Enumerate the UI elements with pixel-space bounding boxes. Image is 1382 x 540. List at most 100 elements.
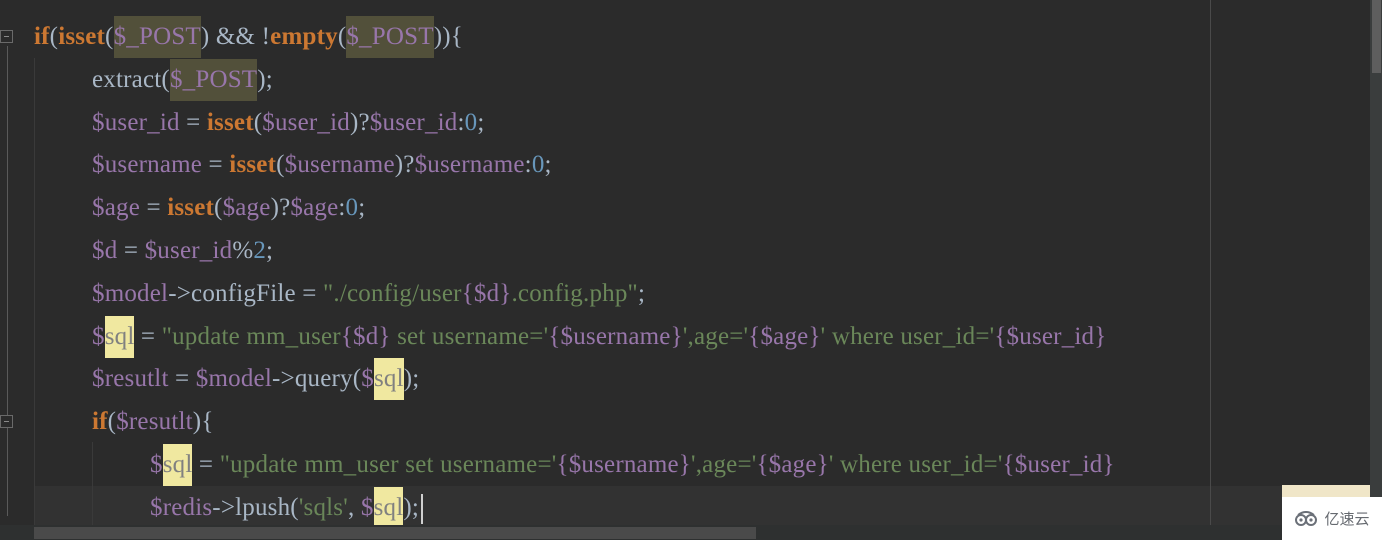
- highlighted-token: sql: [162, 444, 193, 486]
- code-line[interactable]: $model->configFile = "./config/user{$d}.…: [92, 273, 645, 315]
- code-token: .config.php": [511, 279, 638, 307]
- watermark-tab: [1282, 485, 1370, 497]
- code-token: $: [150, 451, 163, 478]
- code-line[interactable]: $username = isset($username)?$username:0…: [92, 144, 552, 186]
- horizontal-scrollbar-thumb[interactable]: [34, 527, 756, 539]
- code-token: (: [214, 194, 223, 222]
- code-token: $username: [92, 151, 203, 179]
- code-token: =: [134, 322, 162, 350]
- code-token: extract: [92, 65, 162, 93]
- text-caret: [421, 494, 424, 525]
- fold-guide-line: [7, 46, 8, 516]
- code-token: {$username}: [556, 451, 691, 478]
- code-token: {$user_id}: [994, 322, 1107, 350]
- code-token: if: [34, 23, 50, 50]
- code-line[interactable]: $sql = "update mm_user{$d} set username=…: [92, 315, 1107, 358]
- fold-toggle-icon[interactable]: [0, 30, 13, 43]
- code-token: (: [337, 23, 347, 50]
- code-token: if: [92, 408, 108, 436]
- code-token: 2: [253, 237, 267, 264]
- code-token: {$d}: [461, 279, 512, 307]
- code-editor[interactable]: if(isset($_POST) && !empty($_POST)){extr…: [0, 0, 1370, 540]
- code-token: {$user_id}: [1002, 451, 1115, 478]
- code-token: $: [361, 365, 374, 393]
- watermark: 亿速云: [1282, 497, 1382, 540]
- code-token: $user_id: [92, 108, 180, 136]
- code-token: (: [49, 23, 59, 50]
- code-token: 0: [464, 108, 478, 136]
- code-line[interactable]: $d = $user_id%2;: [92, 230, 273, 272]
- code-token: $: [92, 322, 105, 350]
- code-token: )){: [433, 23, 463, 50]
- code-token: $resutlt: [92, 365, 169, 393]
- code-token: )?: [270, 194, 291, 222]
- code-token: =: [140, 194, 168, 222]
- code-token: $d: [92, 237, 118, 264]
- code-token: $model: [195, 365, 272, 393]
- code-token: ;: [477, 108, 485, 136]
- code-token: {$age}: [756, 451, 829, 478]
- code-token: "update mm_user set username=': [219, 451, 557, 478]
- code-token: {$age}: [748, 322, 821, 350]
- code-line[interactable]: if($resutlt){: [92, 401, 214, 443]
- code-token: set username=': [390, 322, 549, 350]
- code-token: $username: [414, 151, 525, 179]
- code-token: (: [105, 23, 114, 50]
- code-token: $resutlt: [116, 408, 193, 436]
- code-token: $: [360, 493, 374, 521]
- right-margin-guide: [1210, 0, 1211, 525]
- code-token: =: [202, 151, 230, 179]
- code-token: :: [524, 151, 532, 179]
- code-token: );: [257, 65, 273, 93]
- code-token: ' where user_id=': [828, 451, 1003, 478]
- code-token: );: [403, 493, 420, 521]
- code-token: $age: [92, 194, 140, 222]
- code-token: $redis: [150, 493, 213, 521]
- vertical-scrollbar[interactable]: [1370, 0, 1382, 540]
- code-token: );: [403, 365, 420, 393]
- code-token: isset: [167, 194, 215, 222]
- code-token: "update mm_user: [161, 322, 341, 350]
- code-token: )?: [394, 151, 415, 179]
- highlighted-token: sql: [104, 315, 135, 358]
- fold-toggle-icon[interactable]: [0, 415, 13, 429]
- code-line[interactable]: $resutlt = $model->query($sql);: [92, 358, 420, 401]
- code-token: "./config/user: [323, 279, 462, 307]
- code-token: $user_id: [144, 237, 233, 264]
- code-token: ;: [544, 151, 552, 179]
- code-token: isset: [58, 23, 106, 50]
- code-token: )?: [349, 108, 370, 136]
- code-token: empty: [270, 23, 338, 50]
- code-line[interactable]: if(isset($_POST) && !empty($_POST)){: [34, 16, 463, 58]
- code-line[interactable]: $user_id = isset($user_id)?$user_id:0;: [92, 102, 485, 144]
- code-token: ;: [358, 194, 366, 222]
- code-token: $username: [284, 151, 395, 179]
- code-token: ;: [637, 279, 646, 307]
- indent-guide: [92, 442, 93, 526]
- code-line[interactable]: extract($_POST);: [92, 58, 273, 101]
- highlighted-token: sql: [373, 358, 404, 401]
- code-token: ){: [192, 408, 214, 436]
- code-line[interactable]: $sql = "update mm_user set username='{$u…: [150, 444, 1115, 486]
- code-token: :: [457, 108, 465, 136]
- code-token: isset: [229, 151, 277, 179]
- cloud-logo-icon: [1295, 510, 1318, 526]
- code-token: $user_id: [262, 108, 350, 136]
- code-token: ->configFile =: [168, 279, 323, 307]
- code-token: =: [192, 451, 220, 478]
- code-token: $age: [222, 194, 271, 222]
- code-token: ->lpush(: [212, 493, 299, 521]
- code-token: {$d}: [340, 322, 391, 350]
- code-token: {$username}: [548, 322, 683, 350]
- code-token: ' where user_id=': [820, 322, 995, 350]
- watermark-text: 亿速云: [1324, 510, 1370, 528]
- code-token: (: [161, 65, 170, 93]
- vertical-scrollbar-thumb[interactable]: [1372, 0, 1381, 73]
- code-token: ',age=': [682, 322, 749, 350]
- code-token: =: [168, 365, 196, 393]
- code-token: (: [107, 408, 117, 436]
- code-line[interactable]: $age = isset($age)?$age:0;: [92, 187, 365, 229]
- code-token: 'sqls': [298, 493, 348, 521]
- highlighted-token: $_POST: [113, 16, 201, 58]
- code-line[interactable]: $redis->lpush('sqls', $sql);: [150, 486, 424, 529]
